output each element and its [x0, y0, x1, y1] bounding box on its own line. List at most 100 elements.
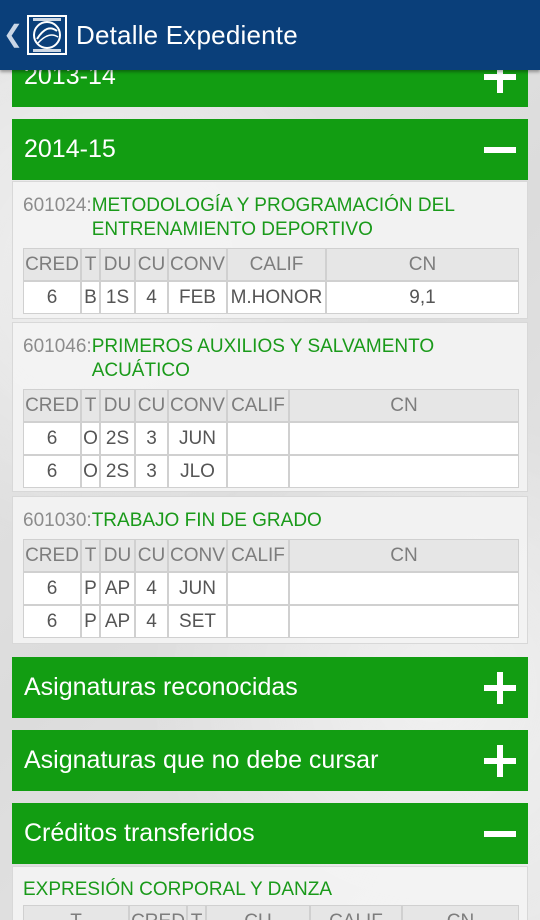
section-header-2014-15[interactable]: 2014-15 [12, 119, 528, 180]
transferred-course-title: EXPRESIÓN CORPORAL Y DANZA [23, 879, 333, 900]
page-title: Detalle Expediente [76, 19, 298, 50]
grades-table: CRED T DU CU CONV CALIF CN 6 O 2S 3 JUN … [23, 389, 519, 488]
column-header-du: DU [100, 539, 135, 572]
back-chevron-icon[interactable]: ❮ [2, 0, 24, 70]
cell-cn [289, 572, 519, 605]
column-header-conv: CONV [168, 389, 227, 422]
table-row: 6 O 2S 3 JLO [23, 455, 519, 488]
column-header-cu: CU [206, 905, 310, 920]
course-heading: 601046: PRIMEROS AUXILIOS Y SALVAMENTO A… [23, 323, 517, 383]
course-card: 601030: TRABAJO FIN DE GRADO CRED T DU C… [12, 496, 528, 644]
table-header-row: T CRED T CU CALIF CN [23, 905, 519, 920]
section-label: Créditos transferidos [24, 819, 255, 847]
cell-cu: 3 [135, 422, 168, 455]
cell-cred: 6 [23, 422, 81, 455]
expand-plus-icon[interactable] [484, 744, 516, 777]
cell-cred: 6 [23, 605, 81, 638]
column-header-conv: CONV [168, 539, 227, 572]
app-bar: ❮ Detalle Expediente [0, 0, 540, 70]
column-header-cn: CN [402, 905, 519, 920]
column-header-t2: T [187, 905, 206, 920]
cell-du: 2S [100, 422, 135, 455]
section-header-no-debe-cursar[interactable]: Asignaturas que no debe cursar [12, 730, 528, 791]
grades-table: CRED T DU CU CONV CALIF CN 6 B 1S 4 FEB … [23, 248, 519, 314]
course-code: 601046: [23, 336, 92, 357]
cell-calif [227, 455, 289, 488]
table-header-row: CRED T DU CU CONV CALIF CN [23, 248, 519, 281]
cell-t: O [81, 422, 100, 455]
cell-conv: FEB [168, 281, 227, 314]
section-header-asignaturas-reconocidas[interactable]: Asignaturas reconocidas [12, 657, 528, 718]
column-header-cn: CN [289, 389, 519, 422]
course-code: 601024: [23, 195, 92, 216]
cell-t: O [81, 455, 100, 488]
column-header-cu: CU [135, 248, 168, 281]
cell-cn [289, 422, 519, 455]
course-name: TRABAJO FIN DE GRADO [91, 510, 322, 531]
cell-du: AP [100, 572, 135, 605]
transferred-table: T CRED T CU CALIF CN [23, 905, 519, 920]
column-header-cu: CU [135, 389, 168, 422]
table-row: 6 P AP 4 JUN [23, 572, 519, 605]
cell-t: P [81, 572, 100, 605]
cell-du: 1S [100, 281, 135, 314]
cell-calif: M.HONOR [227, 281, 326, 314]
cell-conv: JLO [168, 455, 227, 488]
cell-cu: 4 [135, 281, 168, 314]
column-header-cn: CN [289, 539, 519, 572]
course-name: PRIMEROS AUXILIOS Y SALVAMENTO ACUÁTICO [91, 336, 435, 381]
column-header-calif: CALIF [227, 389, 289, 422]
cell-conv: SET [168, 605, 227, 638]
cell-conv: JUN [168, 422, 227, 455]
section-label: Asignaturas reconocidas [24, 673, 298, 701]
column-header-cred: CRED [23, 248, 81, 281]
table-row: 6 P AP 4 SET [23, 605, 519, 638]
cell-cred: 6 [23, 281, 81, 314]
expand-plus-icon[interactable] [484, 671, 516, 704]
section-header-creditos-transferidos[interactable]: Créditos transferidos [12, 803, 528, 864]
cell-cu: 4 [135, 605, 168, 638]
cell-t: P [81, 605, 100, 638]
cell-t: B [81, 281, 100, 314]
table-row: 6 O 2S 3 JUN [23, 422, 519, 455]
course-card: 601024: METODOLOGÍA Y PROGRAMACIÓN DEL E… [12, 181, 528, 319]
table-header-row: CRED T DU CU CONV CALIF CN [23, 389, 519, 422]
university-logo[interactable] [24, 12, 70, 58]
column-header-cred: CRED [23, 389, 81, 422]
column-header-cn: CN [326, 248, 519, 281]
cell-calif [227, 572, 289, 605]
column-header-t: T [81, 389, 100, 422]
column-header-t: T [81, 248, 100, 281]
cell-cred: 6 [23, 572, 81, 605]
cell-cu: 3 [135, 455, 168, 488]
cell-du: AP [100, 605, 135, 638]
cell-conv: JUN [168, 572, 227, 605]
cell-cu: 4 [135, 572, 168, 605]
transferred-card: EXPRESIÓN CORPORAL Y DANZA T CRED T CU C… [12, 866, 528, 920]
column-header-du: DU [100, 248, 135, 281]
course-card: 601046: PRIMEROS AUXILIOS Y SALVAMENTO A… [12, 322, 528, 492]
column-header-t: T [81, 539, 100, 572]
column-header-calif: CALIF [310, 905, 402, 920]
grades-table: CRED T DU CU CONV CALIF CN 6 P AP 4 JUN … [23, 539, 519, 638]
collapse-minus-icon[interactable] [484, 818, 516, 850]
column-header-t: T [23, 905, 129, 920]
cell-calif [227, 422, 289, 455]
column-header-du: DU [100, 389, 135, 422]
section-label: 2014-15 [24, 135, 116, 163]
section-label: Asignaturas que no debe cursar [24, 746, 379, 774]
course-heading: 601030: TRABAJO FIN DE GRADO [23, 497, 517, 533]
cell-calif [227, 605, 289, 638]
cell-cn [289, 605, 519, 638]
collapse-minus-icon[interactable] [484, 134, 516, 166]
column-header-cu: CU [135, 539, 168, 572]
column-header-cred: CRED [23, 539, 81, 572]
cell-cn: 9,1 [326, 281, 519, 314]
course-name: METODOLOGÍA Y PROGRAMACIÓN DEL ENTRENAMI… [91, 195, 455, 240]
cell-cred: 6 [23, 455, 81, 488]
column-header-calif: CALIF [227, 248, 326, 281]
table-row: 6 B 1S 4 FEB M.HONOR 9,1 [23, 281, 519, 314]
table-header-row: CRED T DU CU CONV CALIF CN [23, 539, 519, 572]
column-header-cred: CRED [129, 905, 187, 920]
cell-du: 2S [100, 455, 135, 488]
